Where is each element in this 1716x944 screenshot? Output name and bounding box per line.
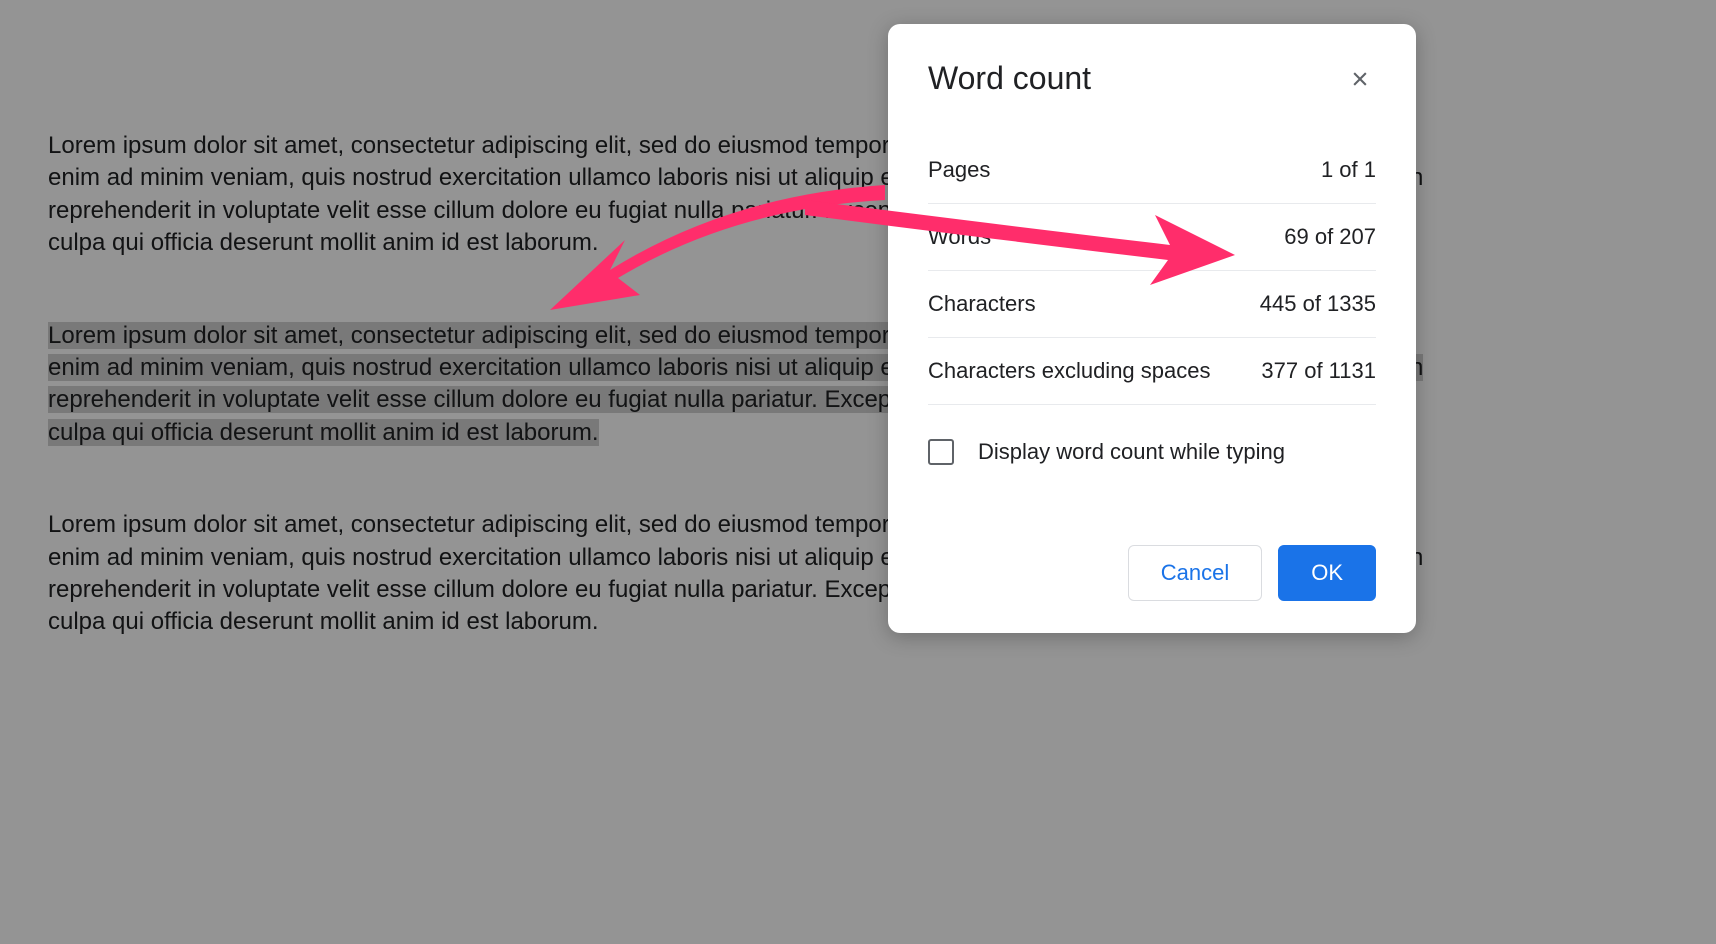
cancel-button[interactable]: Cancel [1128,545,1262,601]
stat-label: Characters excluding spaces [928,358,1210,384]
stat-row-characters-excluding-spaces: Characters excluding spaces 377 of 1131 [928,338,1376,405]
stat-row-characters: Characters 445 of 1335 [928,271,1376,338]
checkbox-label: Display word count while typing [978,439,1285,465]
stat-value: 445 of 1335 [1260,291,1376,317]
ok-button[interactable]: OK [1278,545,1376,601]
dialog-title: Word count [928,60,1091,97]
stat-value: 1 of 1 [1321,157,1376,183]
stat-row-words: Words 69 of 207 [928,204,1376,271]
stat-value: 377 of 1131 [1261,358,1376,384]
close-button[interactable] [1344,63,1376,95]
display-word-count-checkbox[interactable] [928,439,954,465]
word-count-dialog: Word count Pages 1 of 1 Words 69 of 207 … [888,24,1416,633]
stat-label: Pages [928,157,990,183]
checkbox-row: Display word count while typing [928,405,1376,485]
stat-label: Characters [928,291,1036,317]
dialog-button-row: Cancel OK [928,545,1376,601]
dialog-header: Word count [928,60,1376,97]
stat-label: Words [928,224,991,250]
stat-row-pages: Pages 1 of 1 [928,137,1376,204]
close-icon [1350,69,1370,89]
stat-value: 69 of 207 [1284,224,1376,250]
document-area: Lorem ipsum dolor sit amet, consectetur … [0,0,1716,944]
